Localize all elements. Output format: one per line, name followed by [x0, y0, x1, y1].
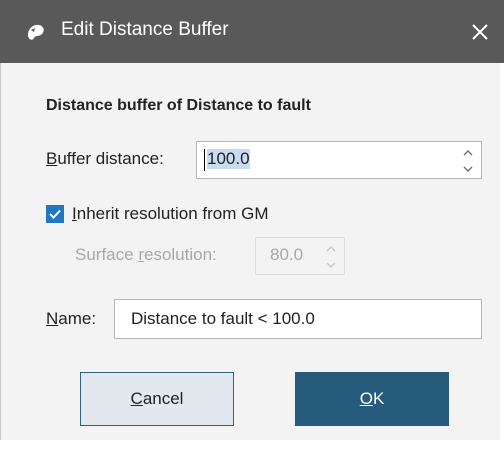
surface-resolution-value: 80.0 — [270, 245, 304, 264]
inherit-label-text: nherit resolution from GM — [76, 204, 269, 223]
name-input[interactable]: Distance to fault < 100.0 — [114, 299, 482, 339]
text-cursor — [204, 149, 205, 171]
window-title: Edit Distance Buffer — [61, 19, 229, 40]
surface-label-text: esolution: — [143, 245, 217, 264]
spinner-arrows-icon — [326, 246, 336, 268]
ok-button[interactable]: OK — [295, 372, 449, 426]
name-value: Distance to fault < 100.0 — [131, 309, 315, 328]
buffer-distance-input[interactable]: 100.0 — [196, 141, 482, 179]
inherit-resolution-checkbox[interactable] — [46, 205, 64, 223]
name-label: Name: — [46, 309, 96, 329]
name-label-mnemonic: N — [46, 309, 59, 328]
cancel-text: ancel — [142, 389, 184, 408]
buffer-distance-value: 100.0 — [207, 149, 250, 169]
surface-resolution-input: 80.0 — [255, 237, 345, 275]
buffer-distance-label-mnemonic: B — [46, 149, 58, 168]
window-bottom-edge — [0, 440, 500, 457]
window-border — [0, 63, 1, 457]
name-label-text: ame: — [58, 309, 97, 328]
section-heading: Distance buffer of Distance to fault — [46, 97, 311, 114]
ok-mnemonic: O — [359, 389, 373, 408]
checkmark-icon — [49, 209, 61, 219]
buffer-distance-label: Buffer distance: — [46, 149, 164, 169]
cancel-button[interactable]: Cancel — [80, 372, 234, 426]
cancel-mnemonic: C — [130, 389, 143, 408]
title-bar: Edit Distance Buffer — [0, 0, 504, 63]
surface-label-pre: Surface — [75, 245, 139, 264]
close-icon[interactable] — [462, 14, 498, 50]
spinner-arrows-icon[interactable] — [461, 146, 475, 176]
buffer-distance-label-text: uffer distance: — [57, 149, 164, 168]
ok-text: K — [372, 389, 385, 408]
inherit-resolution-label[interactable]: Inherit resolution from GM — [72, 204, 269, 224]
surface-resolution-label: Surface resolution: — [75, 245, 217, 265]
app-logo-icon — [28, 24, 44, 40]
